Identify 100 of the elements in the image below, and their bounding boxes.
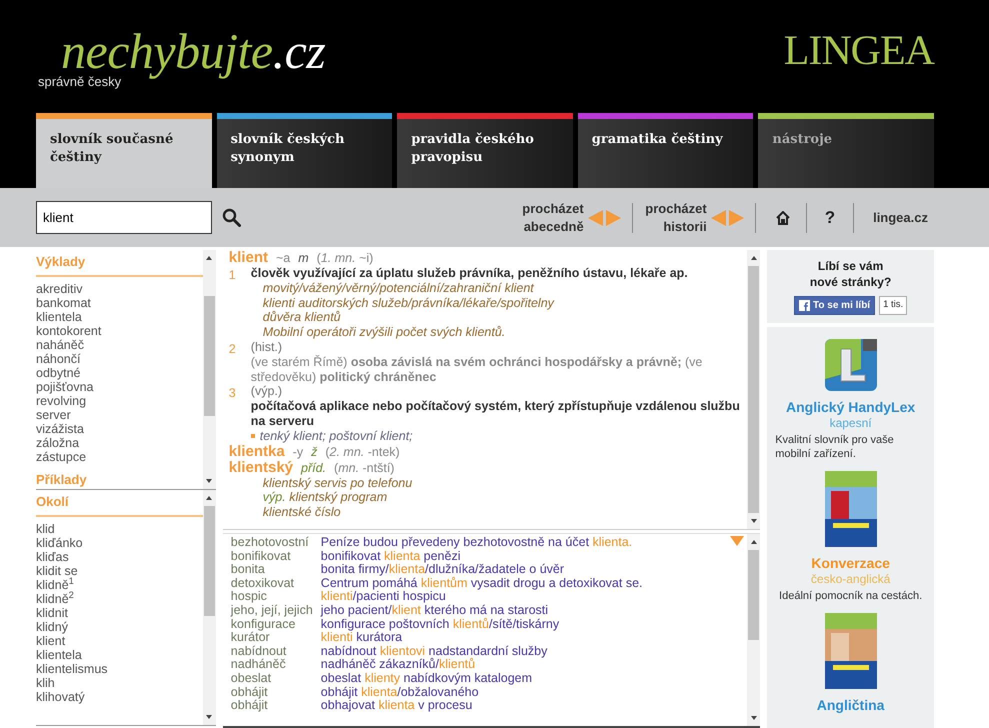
example-word[interactable]: kurátor xyxy=(230,631,321,645)
example-word[interactable]: obhájit xyxy=(230,699,321,713)
example-word[interactable]: jeho, její, jejich xyxy=(230,604,321,618)
headword: klientka xyxy=(228,442,285,460)
example-word[interactable]: bonita xyxy=(230,563,321,577)
definition-text: člověk využívající za úplatu služeb právníka, peněžního ústavu, lékaře ap. xyxy=(250,266,689,281)
example-word[interactable]: nadháněč xyxy=(230,658,321,672)
definition-text: počítačová aplikace nebo počítačový systém, který zpřístupňuje vzdálenou službu na serveru xyxy=(250,399,741,429)
word-link[interactable]: bankomat xyxy=(36,296,203,310)
like-button[interactable]: To se mi líbí xyxy=(794,296,876,315)
section-title: Příklady xyxy=(36,470,88,489)
word-link[interactable]: vizážista xyxy=(36,422,203,436)
scrollbar[interactable] xyxy=(747,534,760,726)
arrows-icon[interactable] xyxy=(710,210,745,226)
phrase-text: tenký klient; poštovní klient; xyxy=(260,428,413,444)
word-link[interactable]: klih xyxy=(36,676,203,690)
nav-tab[interactable]: pravidla českého pravopisu xyxy=(397,113,573,188)
word-link[interactable]: náhončí xyxy=(36,352,203,366)
example-sentence: bonifikovat klienta penězi xyxy=(320,550,460,563)
definition-text: (ve starém Římě) osoba závislá na svém ochránci hospodářsky a právně; (ve středověku) politický chráněnec xyxy=(250,354,704,384)
grammar-note: ~a xyxy=(276,251,290,265)
word-link[interactable]: pojišťovna xyxy=(36,380,203,394)
site-link[interactable]: lingea.cz xyxy=(873,208,928,228)
nav-tab[interactable]: gramatika češtiny xyxy=(578,113,754,188)
grammar-note: (2. mn. -ntek) xyxy=(325,444,400,459)
example-word[interactable]: bonifikovat xyxy=(230,550,321,564)
word-link[interactable]: kliďas xyxy=(36,550,203,564)
sense-number: 3 xyxy=(228,385,237,402)
usage-note: (výp.) xyxy=(250,384,284,400)
example-sentence: obhajovat klienta v procesu xyxy=(320,699,472,713)
triangle-icon[interactable] xyxy=(730,536,744,546)
product-subtitle: kapesní xyxy=(830,416,872,430)
word-link[interactable]: klient xyxy=(36,634,203,648)
brand-logo[interactable]: LINGEA xyxy=(784,30,934,113)
search-field[interactable]: klient xyxy=(36,201,212,234)
example-sentence: nadháněč zákazníků/klientů xyxy=(320,658,476,672)
word-link[interactable]: klientela xyxy=(36,648,203,662)
book-cover-image[interactable] xyxy=(824,471,877,547)
headword: klientský xyxy=(228,458,294,476)
arrows-icon[interactable] xyxy=(588,210,622,226)
word-link[interactable]: naháněč xyxy=(36,338,203,352)
word-link[interactable]: klientelismus xyxy=(36,662,203,676)
example-sentence: obhájit klienta/obžalovaného xyxy=(320,686,479,700)
word-link[interactable]: klidně$^{1}$ xyxy=(36,578,203,592)
like-count: 1 tis. xyxy=(879,296,908,315)
search-icon[interactable] xyxy=(222,208,241,227)
word-link[interactable]: server xyxy=(36,408,203,422)
product-subtitle: česko-anglická xyxy=(810,572,890,586)
word-link[interactable]: záložna xyxy=(36,436,203,450)
app-icon[interactable] xyxy=(824,339,877,391)
example-word[interactable]: detoxikovat xyxy=(230,576,321,590)
headword: klient xyxy=(228,250,268,266)
example-sentence: jeho pacient/klient kterého má na starosti xyxy=(320,604,548,618)
example-phrase: klientské číslo xyxy=(262,505,342,520)
browse-link[interactable]: procházet historii xyxy=(640,200,707,236)
example-sentence: bonita firmy/klienta/dlužníka/žadatele o úvěr xyxy=(320,563,564,576)
example-phrase: klienti auditorských služeb/právníka/lékaře/spořitelny xyxy=(262,296,556,310)
example-word[interactable]: obhájit xyxy=(230,686,321,700)
scrollbar[interactable] xyxy=(747,250,760,529)
example-word[interactable]: obeslat xyxy=(230,672,321,686)
word-link[interactable]: revolving xyxy=(36,394,203,408)
grammar-note: příd. xyxy=(301,460,326,475)
word-link[interactable]: kontokorent xyxy=(36,324,203,338)
word-link[interactable]: klidný xyxy=(36,620,203,634)
example-sentence: Centrum pomáhá klientům vysadit drogu a detoxikovat se. xyxy=(320,576,643,590)
nav-tab[interactable]: slovník českých synonym xyxy=(216,113,392,188)
example-phrase: výp. klientský program xyxy=(262,490,388,506)
example-word[interactable]: bezhotovostní xyxy=(230,536,321,550)
word-link[interactable]: kliďánko xyxy=(36,536,203,550)
product-description: Ideální pomocník na cestách. xyxy=(779,589,922,603)
scrollbar[interactable] xyxy=(202,490,216,725)
word-link[interactable]: odbytné xyxy=(36,366,203,380)
home-icon[interactable] xyxy=(776,210,790,224)
browse-link[interactable]: procházet abecedně xyxy=(518,200,584,236)
help-link[interactable]: ? xyxy=(824,204,836,230)
example-sentence: klienti/pacienti hospicu xyxy=(320,590,446,604)
grammar-note: -y xyxy=(292,444,304,459)
grammar-note: m xyxy=(298,251,309,265)
sense-number: 2 xyxy=(228,340,237,358)
word-link[interactable]: akreditiv xyxy=(36,282,203,296)
example-phrase: důvěra klientů xyxy=(262,310,342,326)
word-link[interactable]: zástupce xyxy=(36,450,203,464)
word-link[interactable]: klientela xyxy=(36,310,203,324)
book-cover-image[interactable] xyxy=(824,613,877,689)
word-link[interactable]: klidnit xyxy=(36,606,203,620)
product-description: Kvalitní slovník pro vaše mobilní zařízení. xyxy=(775,433,895,461)
word-link[interactable]: klid xyxy=(36,522,203,536)
example-word[interactable]: hospic xyxy=(230,590,321,604)
example-phrase: movitý/vážený/věrný/potenciální/zahraniční klient xyxy=(262,280,536,296)
example-sentence: Peníze budou převedeny bezhotovostně na účet klienta. xyxy=(320,536,632,550)
bullet-icon xyxy=(250,434,255,438)
word-link[interactable]: klihovatý xyxy=(36,690,203,704)
word-link[interactable]: klidně$^{2}$ xyxy=(36,592,203,606)
example-word[interactable]: konfigurace xyxy=(230,618,321,632)
example-word[interactable]: nabídnout xyxy=(230,644,321,658)
word-link[interactable]: klidit se xyxy=(36,564,203,578)
grammar-note: (1. mn. ~i) xyxy=(316,251,374,265)
nav-tab[interactable]: slovník současné češtiny xyxy=(36,113,212,188)
scrollbar[interactable] xyxy=(202,250,216,489)
example-sentence: obeslat klienty nabídkovým katalogem xyxy=(320,672,532,686)
